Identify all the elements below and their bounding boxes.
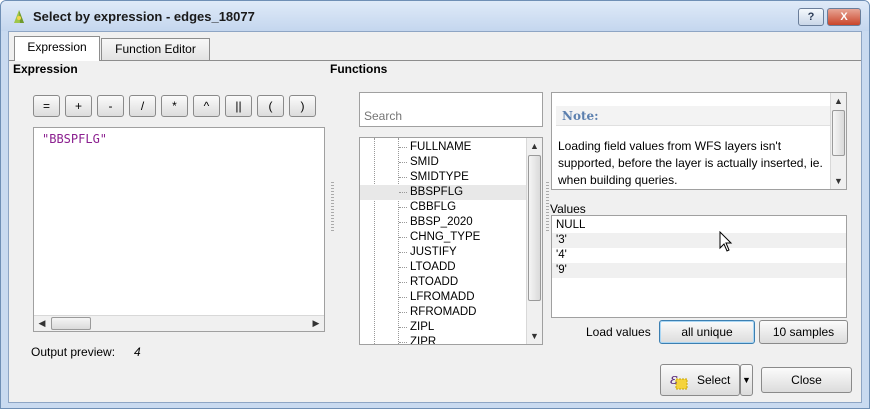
tree-item-bbspflg[interactable]: BBSPFLG [360,185,526,200]
operator-concat-button[interactable]: || [225,95,252,117]
expression-text: "BBSPFLG" [42,132,108,146]
value-item[interactable]: NULL [552,218,846,233]
output-preview-value: 4 [134,345,141,359]
tab-expression[interactable]: Expression [14,36,100,61]
window-title: Select by expression - edges_18077 [33,9,255,24]
help-button[interactable]: ? [798,8,824,26]
tab-divider [9,60,861,61]
expression-editor[interactable]: "BBSPFLG" ◀ ▶ [33,127,325,332]
tree-item-zipl[interactable]: ZIPL [360,320,526,335]
operator-close-paren-button[interactable]: ) [289,95,316,117]
tree-item-zipr[interactable]: ZIPR [360,335,526,344]
note-body: Loading field values from WFS layers isn… [558,139,823,187]
tab-function-editor[interactable]: Function Editor [101,38,210,60]
close-button[interactable]: Close [761,367,852,393]
functions-heading: Functions [330,62,388,76]
qgis-app-icon [14,10,24,23]
tree-item-smid[interactable]: SMID [360,155,526,170]
search-input[interactable] [359,92,543,127]
operator-minus-button[interactable]: - [97,95,124,117]
select-button[interactable]: ε Select [660,364,740,396]
tree-item-smidtype[interactable]: SMIDTYPE [360,170,526,185]
values-list[interactable]: NULL '3' '4' '9' [551,215,847,318]
scroll-right-icon[interactable]: ▶ [308,316,324,331]
splitter-handle[interactable] [546,182,549,232]
tree-item-fullname[interactable]: FULLNAME [360,140,526,155]
value-item[interactable]: '3' [552,233,846,248]
tree-vertical-scrollbar[interactable]: ▲ ▼ [526,138,542,344]
note-header: Note: [556,106,830,126]
ten-samples-button[interactable]: 10 samples [759,320,848,344]
mouse-cursor-icon [719,231,733,252]
operator-plus-button[interactable]: + [65,95,92,117]
function-tree[interactable]: FULLNAME SMID SMIDTYPE BBSPFLG CBBFLG BB… [359,137,543,345]
all-unique-button[interactable]: all unique [659,320,755,344]
title-bar[interactable]: Select by expression - edges_18077 ? X [1,1,869,31]
expression-heading: Expression [13,62,78,76]
expression-icon: ε [670,370,688,390]
scroll-down-icon[interactable]: ▼ [527,328,542,344]
values-label: Values [550,202,586,216]
window-close-button[interactable]: X [827,8,861,26]
tree-item-ltoadd[interactable]: LTOADD [360,260,526,275]
tree-item-bbsp-2020[interactable]: BBSP_2020 [360,215,526,230]
dialog-window: Select by expression - edges_18077 ? X E… [0,0,870,409]
operator-power-button[interactable]: ^ [193,95,220,117]
select-button-label: Select [697,373,731,387]
scroll-down-icon[interactable]: ▼ [831,173,846,189]
tree-item-chng-type[interactable]: CHNG_TYPE [360,230,526,245]
scroll-up-icon[interactable]: ▲ [831,93,846,109]
tree-item-rfromadd[interactable]: RFROMADD [360,305,526,320]
scroll-up-icon[interactable]: ▲ [527,138,542,154]
tree-item-cbbflg[interactable]: CBBFLG [360,200,526,215]
scrollbar-thumb[interactable] [528,155,541,301]
output-preview-label: Output preview: [31,345,116,359]
scrollbar-thumb[interactable] [832,110,845,156]
note-title: Note: [562,109,599,123]
editor-horizontal-scrollbar[interactable]: ◀ ▶ [34,315,324,331]
value-item[interactable]: '9' [552,263,846,278]
operator-multiply-button[interactable]: * [161,95,188,117]
operator-divide-button[interactable]: / [129,95,156,117]
tree-item-lfromadd[interactable]: LFROMADD [360,290,526,305]
scroll-left-icon[interactable]: ◀ [34,316,50,331]
scrollbar-thumb[interactable] [51,317,91,330]
select-dropdown-button[interactable]: ▼ [740,364,753,396]
load-values-label: Load values [586,325,651,339]
tree-item-justify[interactable]: JUSTIFY [360,245,526,260]
operator-open-paren-button[interactable]: ( [257,95,284,117]
splitter-handle[interactable] [331,182,334,232]
value-item[interactable]: '4' [552,248,846,263]
operator-equals-button[interactable]: = [33,95,60,117]
help-note-panel: Note: Loading field values from WFS laye… [551,92,847,190]
tree-item-rtoadd[interactable]: RTOADD [360,275,526,290]
dialog-client: Expression Function Editor Expression = … [8,31,862,403]
svg-text:ε: ε [670,370,678,388]
note-vertical-scrollbar[interactable]: ▲ ▼ [830,93,846,189]
